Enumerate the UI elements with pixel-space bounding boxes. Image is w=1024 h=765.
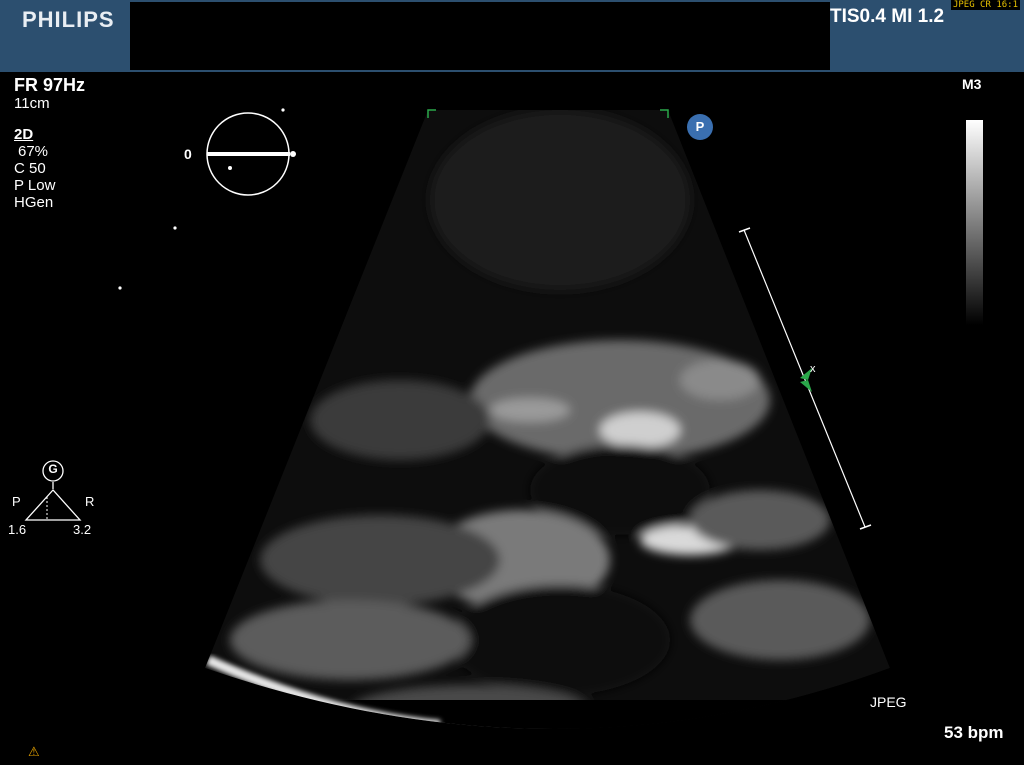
grayscale-bar	[966, 120, 983, 325]
ultrasound-canvas: x	[24, 108, 983, 729]
colormap-label: M3	[962, 76, 982, 92]
heart-rate: 53 bpm	[944, 723, 1004, 742]
svg-text:x: x	[810, 363, 816, 375]
warning-triangle-icon: ⚠	[28, 744, 40, 759]
orientation-symbol: G	[48, 462, 58, 476]
orientation-left-label: P	[12, 494, 21, 509]
orientation-right-value: 3.2	[73, 522, 92, 537]
orientation-left-value: 1.6	[8, 522, 27, 537]
probe-angle-indicator	[206, 112, 296, 196]
probe-angle-value: 0	[184, 146, 192, 162]
orientation-badge: P	[687, 114, 713, 140]
echo-sector-image	[205, 110, 890, 729]
format-label: JPEG	[870, 694, 907, 710]
orientation-right-label: R	[85, 494, 95, 509]
